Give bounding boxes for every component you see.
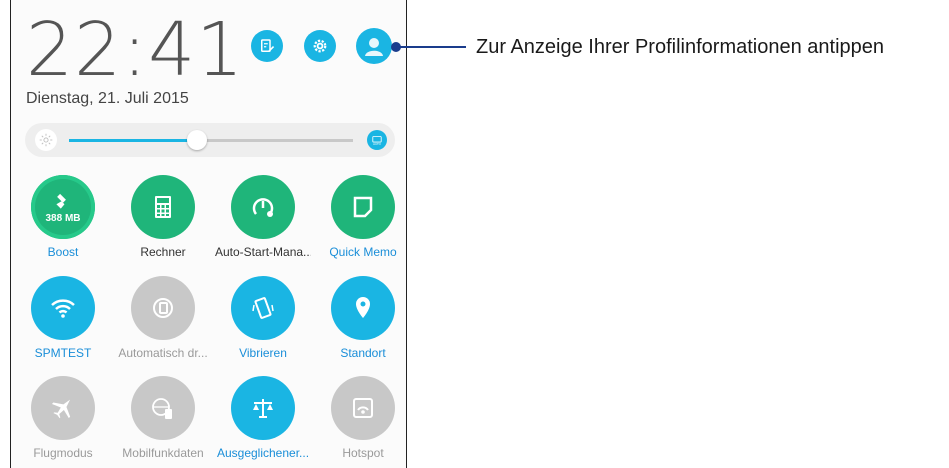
quick-settings-panel: 22:41 Dienstag, 21. Juli 2015 AUTO 388 M… (10, 0, 407, 468)
brightness-low-icon (35, 129, 57, 151)
tile-label: Ausgeglichener... (216, 446, 310, 460)
callout-line (396, 46, 466, 48)
mobile-data-icon[interactable] (131, 376, 195, 440)
tile-rechner[interactable]: Rechner (115, 175, 211, 275)
balance-icon[interactable] (231, 376, 295, 440)
memo-icon[interactable] (331, 175, 395, 239)
tile-automatisch-dr[interactable]: Automatisch dr... (115, 276, 211, 376)
tile-label: Boost (47, 245, 79, 259)
tile-label: Quick Memo (329, 245, 397, 259)
callout-text: Zur Anzeige Ihrer Profilinformationen an… (476, 36, 885, 58)
tile-boost[interactable]: 388 MB Boost (15, 175, 111, 275)
tile-flugmodus[interactable]: Flugmodus (15, 376, 111, 468)
tile-ausgeglichener[interactable]: Ausgeglichener... (215, 376, 311, 468)
tile-label: Flugmodus (33, 446, 93, 460)
svg-text:AUTO: AUTO (373, 142, 382, 146)
tile-label: Mobilfunkdaten (122, 446, 204, 460)
broom-icon[interactable]: 388 MB (31, 175, 95, 239)
tile-spmtest[interactable]: SPMTEST (15, 276, 111, 376)
calculator-icon[interactable] (131, 175, 195, 239)
tile-label: Automatisch dr... (118, 346, 208, 360)
brightness-auto-icon[interactable]: AUTO (367, 130, 387, 150)
clock-time: 22:41 (26, 7, 245, 93)
profile-avatar-icon[interactable] (356, 28, 392, 64)
brightness-slider[interactable]: AUTO (25, 123, 395, 157)
vibrate-icon[interactable] (231, 276, 295, 340)
gear-icon[interactable] (304, 30, 336, 62)
tile-label: SPMTEST (34, 346, 92, 360)
date-text: Dienstag, 21. Juli 2015 (26, 90, 189, 107)
rotate-icon[interactable] (131, 276, 195, 340)
tile-label: Hotspot (342, 446, 384, 460)
tile-label: Vibrieren (239, 346, 287, 360)
wifi-icon[interactable] (31, 276, 95, 340)
autostart-icon[interactable] (231, 175, 295, 239)
tile-label: Standort (340, 346, 386, 360)
tile-vibrieren[interactable]: Vibrieren (215, 276, 311, 376)
brightness-track[interactable] (69, 130, 353, 150)
edit-icon[interactable] (251, 30, 283, 62)
brightness-thumb[interactable] (186, 130, 207, 150)
tile-label: Auto-Start-Mana... (215, 245, 311, 259)
tile-standort[interactable]: Standort (315, 276, 406, 376)
hotspot-icon[interactable] (331, 376, 395, 440)
airplane-icon[interactable] (31, 376, 95, 440)
brightness-track-fill (69, 139, 197, 142)
boost-memory-value: 388 MB (45, 212, 81, 224)
tile-quick-memo[interactable]: Quick Memo (315, 175, 406, 275)
tile-auto-start-mana[interactable]: Auto-Start-Mana... (215, 175, 311, 275)
tile-hotspot[interactable]: Hotspot (315, 376, 406, 468)
tile-label: Rechner (140, 245, 186, 259)
location-icon[interactable] (331, 276, 395, 340)
tile-mobilfunkdaten[interactable]: Mobilfunkdaten (115, 376, 211, 468)
